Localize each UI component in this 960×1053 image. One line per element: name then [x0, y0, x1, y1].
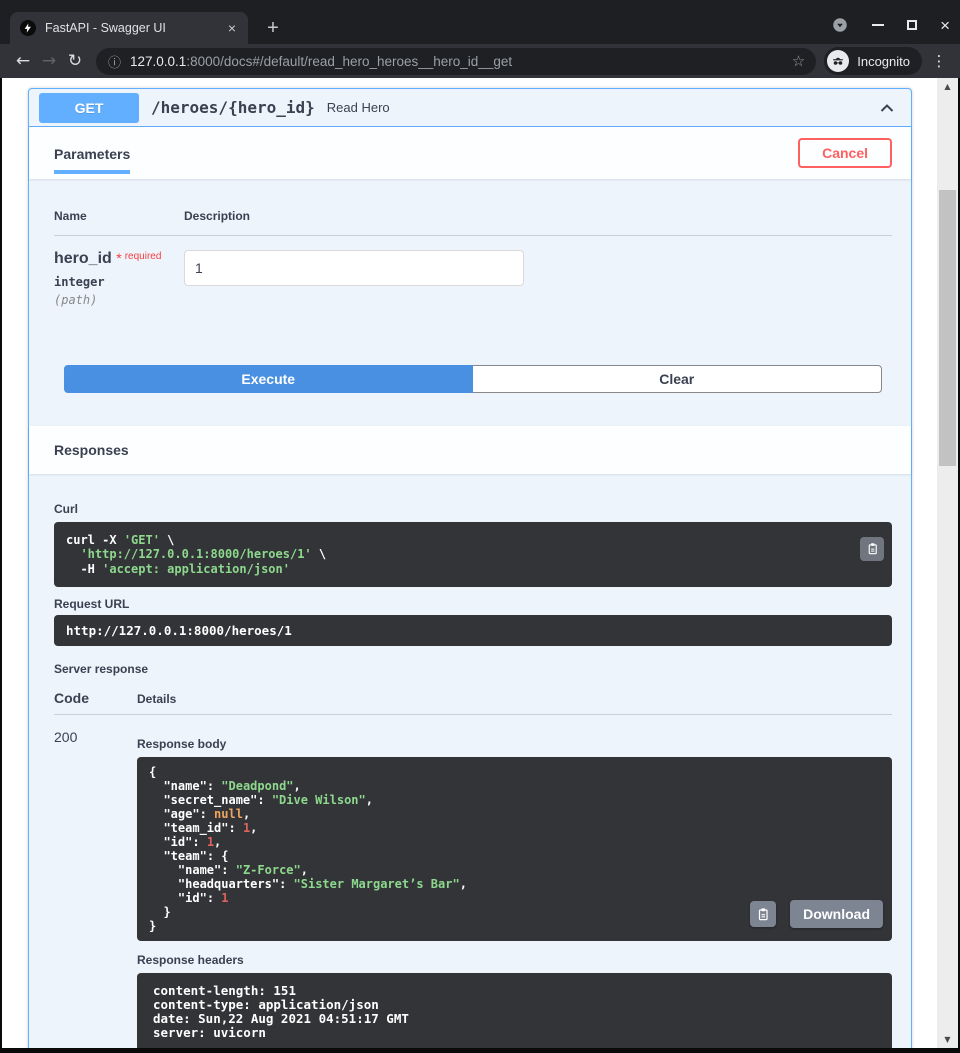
opblock-get-heroes: GET /heroes/{hero_id} Read Hero Paramete… [28, 88, 912, 1048]
response-headers-block: content-length: 151content-type: applica… [137, 973, 892, 1048]
window-controls: × [831, 12, 950, 38]
back-icon[interactable]: ← [10, 51, 36, 71]
parameter-name: hero_id [54, 250, 112, 267]
col-header-code: Code [54, 690, 137, 706]
incognito-label: Incognito [857, 54, 910, 69]
server-response-row: 200 Response body { "name": "Deadpond", … [54, 715, 892, 1048]
response-body-block: { "name": "Deadpond", "secret_name": "Di… [137, 757, 892, 941]
new-tab-button[interactable]: + [260, 15, 286, 41]
parameters-table-head: Name Description [54, 209, 892, 236]
responses-body: Curl curl -X 'GET' \ 'http://127.0.0.1:8… [29, 474, 911, 1048]
responses-header: Responses [29, 426, 911, 474]
cancel-button[interactable]: Cancel [798, 138, 892, 168]
col-header-description: Description [184, 209, 250, 223]
url-path: :8000/docs#/default/read_hero_heroes__he… [186, 54, 783, 69]
tab-title: FastAPI - Swagger UI [45, 21, 226, 35]
browser-update-icon[interactable] [831, 16, 849, 34]
maximize-icon[interactable] [907, 20, 917, 30]
col-header-name: Name [54, 209, 184, 223]
page-viewport: GET /heroes/{hero_id} Read Hero Paramete… [0, 78, 960, 1053]
address-bar[interactable]: ⓘ 127.0.0.1 :8000/docs#/default/read_her… [96, 48, 816, 75]
incognito-badge: Incognito [824, 47, 922, 75]
curl-label: Curl [54, 502, 892, 516]
parameter-name-cell: hero_id * required integer (path) [54, 250, 184, 307]
server-response-table-head: Code Details [54, 690, 892, 715]
parameter-type: integer [54, 275, 184, 289]
incognito-icon [827, 50, 849, 72]
clear-button[interactable]: Clear [473, 365, 883, 393]
swagger-page: GET /heroes/{hero_id} Read Hero Paramete… [2, 78, 937, 1048]
curl-command-block: curl -X 'GET' \ 'http://127.0.0.1:8000/h… [54, 522, 892, 587]
page-scrollbar[interactable]: ▲ ▼ [937, 78, 958, 1048]
response-body-actions: Download [750, 900, 883, 928]
clipboard-icon [756, 907, 770, 921]
response-copy-button[interactable] [750, 901, 776, 927]
endpoint-path: /heroes/{hero_id} [151, 98, 315, 117]
tab-close-icon[interactable]: × [226, 21, 238, 35]
hero-id-input[interactable] [184, 250, 524, 286]
parameter-value-cell [184, 250, 524, 307]
response-details-cell: Response body { "name": "Deadpond", "sec… [137, 729, 892, 1048]
collapse-chevron-icon[interactable] [873, 94, 901, 122]
browser-window: FastAPI - Swagger UI × + × ← → ↻ ⓘ 127.0… [0, 0, 960, 1053]
endpoint-summary: Read Hero [327, 100, 390, 115]
browser-toolbar: ← → ↻ ⓘ 127.0.0.1 :8000/docs#/default/re… [0, 44, 960, 78]
required-asterisk: * [116, 250, 121, 266]
download-button[interactable]: Download [790, 900, 883, 928]
site-info-icon[interactable]: ⓘ [108, 52, 121, 71]
reload-icon[interactable]: ↻ [62, 51, 88, 71]
clipboard-icon [866, 542, 879, 555]
request-url-block: http://127.0.0.1:8000/heroes/1 [54, 615, 892, 646]
opblock-summary[interactable]: GET /heroes/{hero_id} Read Hero [29, 89, 911, 127]
minimize-icon[interactable] [872, 24, 884, 26]
required-label: required [125, 251, 162, 262]
status-code: 200 [54, 729, 137, 1048]
browser-menu-icon[interactable]: ⋮ [928, 52, 950, 70]
fastapi-favicon-icon [20, 20, 36, 36]
bookmark-star-icon[interactable]: ☆ [792, 52, 805, 70]
browser-tab[interactable]: FastAPI - Swagger UI × [10, 12, 248, 44]
url-host: 127.0.0.1 [130, 54, 186, 69]
tab-parameters[interactable]: Parameters [54, 132, 130, 174]
window-close-icon[interactable]: × [940, 17, 950, 34]
tab-strip: FastAPI - Swagger UI × + × [0, 0, 960, 44]
scroll-up-icon[interactable]: ▲ [937, 82, 958, 91]
execute-row: Execute Clear [54, 365, 892, 393]
response-headers-label: Response headers [137, 953, 892, 967]
forward-icon[interactable]: → [36, 51, 62, 71]
col-header-details: Details [137, 692, 176, 706]
request-url-label: Request URL [54, 597, 892, 611]
curl-copy-button[interactable] [860, 537, 884, 561]
response-body-label: Response body [137, 737, 892, 751]
method-badge: GET [39, 93, 139, 123]
parameters-body: Name Description hero_id * required integ… [29, 179, 911, 426]
server-response-label: Server response [54, 662, 892, 676]
parameter-in: (path) [54, 293, 184, 307]
parameters-header: Parameters Cancel [29, 127, 911, 179]
scrollbar-thumb[interactable] [939, 190, 956, 466]
execute-button[interactable]: Execute [64, 365, 473, 393]
scroll-down-icon[interactable]: ▼ [937, 1035, 958, 1044]
parameter-row: hero_id * required integer (path) [54, 236, 892, 307]
responses-title: Responses [54, 442, 129, 458]
